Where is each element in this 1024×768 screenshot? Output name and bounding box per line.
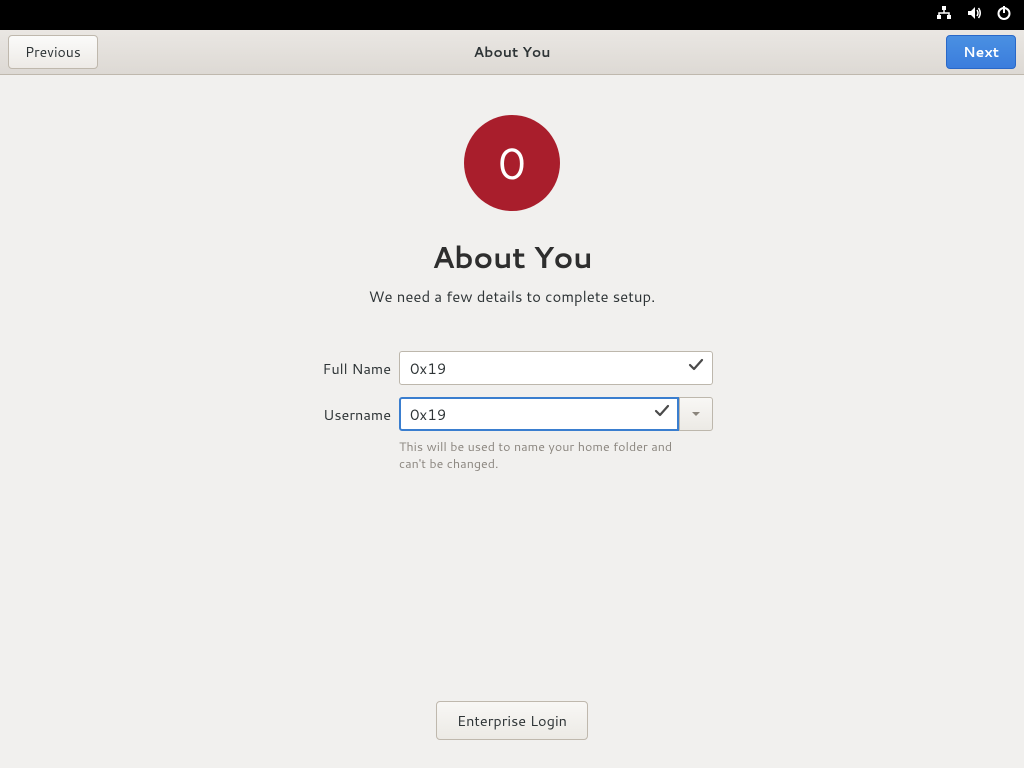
page-subtitle: We need a few details to complete setup. <box>369 286 656 307</box>
system-top-bar <box>0 0 1024 30</box>
chevron-down-icon <box>690 403 702 426</box>
username-input[interactable] <box>399 397 679 431</box>
next-button[interactable]: Next <box>946 35 1016 69</box>
footer: Enterprise Login <box>436 701 588 740</box>
username-hint: This will be used to name your home fold… <box>399 439 699 473</box>
username-dropdown-button[interactable] <box>679 397 713 431</box>
previous-button[interactable]: Previous <box>8 35 98 69</box>
fullname-input-wrap <box>399 351 713 385</box>
power-icon[interactable] <box>996 4 1012 27</box>
fullname-label: Full Name <box>311 358 391 379</box>
header-title: About You <box>474 42 551 62</box>
network-icon[interactable] <box>936 4 952 27</box>
avatar[interactable]: 0 <box>464 115 560 211</box>
username-label: Username <box>311 404 391 425</box>
content-area: 0 About You We need a few details to com… <box>0 75 1024 473</box>
page-title: About You <box>432 235 592 278</box>
avatar-initial: 0 <box>498 132 526 194</box>
enterprise-login-button[interactable]: Enterprise Login <box>436 701 588 740</box>
fullname-input[interactable] <box>399 351 713 385</box>
volume-icon[interactable] <box>966 4 982 27</box>
user-details-form: Full Name Username This will be used to … <box>311 351 713 473</box>
username-input-row <box>399 397 713 431</box>
header-bar: Previous About You Next <box>0 30 1024 75</box>
